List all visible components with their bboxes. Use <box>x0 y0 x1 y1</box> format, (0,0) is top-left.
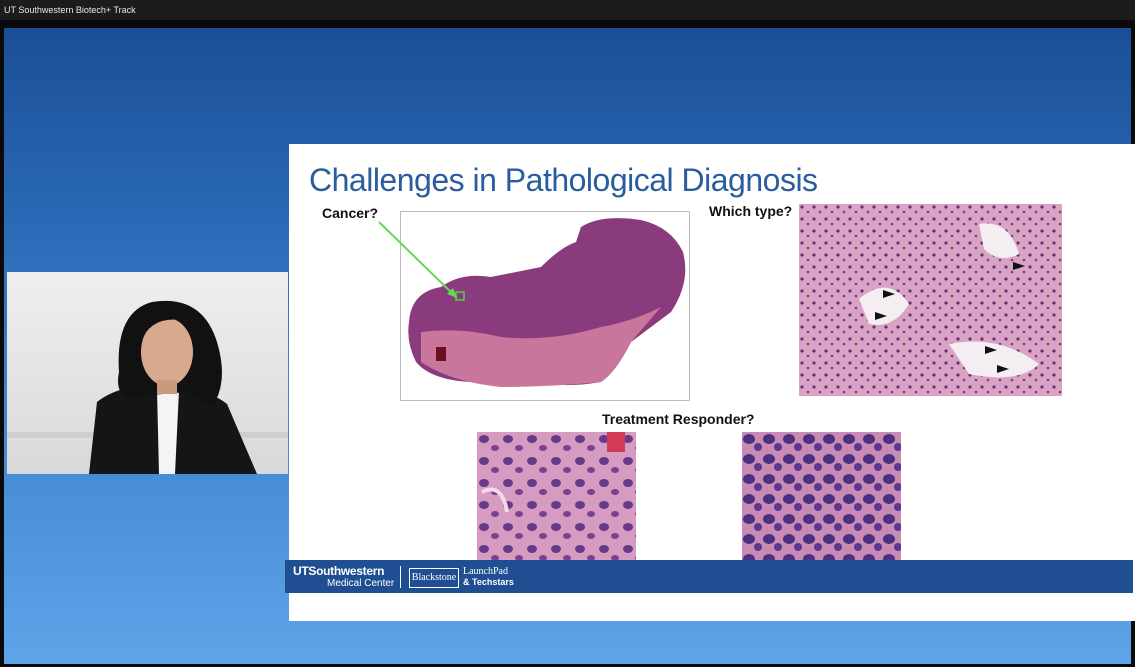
speaker-webcam <box>7 272 288 474</box>
slide-footer: UTSouthwestern Medical Center Blackstone… <box>285 560 1133 593</box>
histology-which-type-image <box>799 204 1062 396</box>
ut-southwestern-logo: UTSouthwestern <box>293 564 385 578</box>
slide-title: Challenges in Pathological Diagnosis <box>309 162 818 198</box>
logo-divider <box>400 566 401 588</box>
histology-responder-right-image <box>742 432 901 578</box>
window-titlebar: UT Southwestern Biotech+ Track <box>0 0 1135 20</box>
histology-responder-right <box>742 432 901 578</box>
label-treatment-responder: Treatment Responder? <box>602 411 755 427</box>
launchpad-logo: LaunchPad <box>463 566 508 577</box>
label-cancer: Cancer? <box>322 205 379 221</box>
techstars-logo: & Techstars <box>463 577 514 587</box>
label-which-type: Which type? <box>709 203 793 219</box>
speaker-video <box>89 300 257 474</box>
histology-responder-left-image <box>477 432 636 578</box>
video-stage: Challenges in Pathological Diagnosis Can… <box>0 20 1135 667</box>
window-title: UT Southwestern Biotech+ Track <box>4 5 136 15</box>
histology-responder-left <box>477 432 636 578</box>
blackstone-logo: Blackstone <box>409 568 459 588</box>
shared-screen: Challenges in Pathological Diagnosis Can… <box>4 28 1135 664</box>
histology-which-type <box>799 204 1062 396</box>
ut-medical-center-text: Medical Center <box>327 578 395 589</box>
cancer-pointer-arrow <box>378 221 458 299</box>
presentation-slide: Challenges in Pathological Diagnosis Can… <box>289 144 1135 621</box>
